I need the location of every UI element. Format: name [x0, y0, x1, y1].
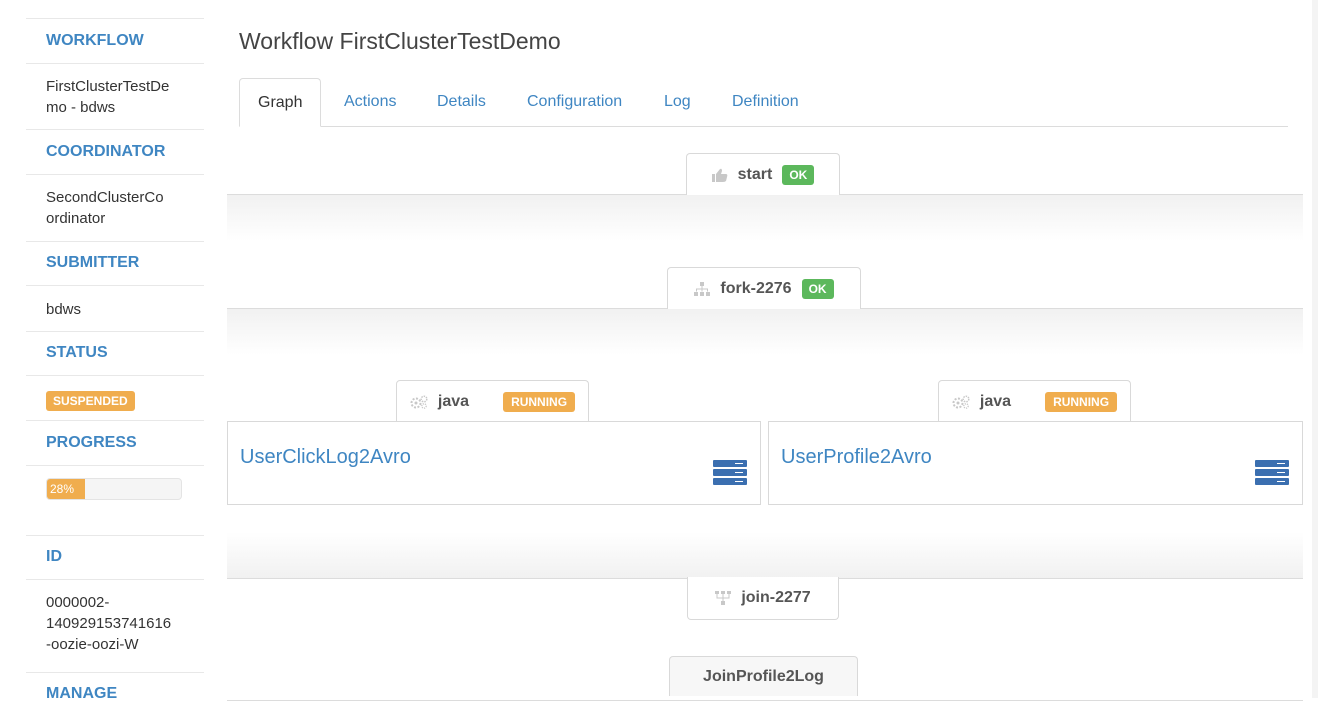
- action-type: java: [979, 392, 1012, 410]
- database-icon[interactable]: [1255, 460, 1289, 486]
- fork-node-name: fork-2276: [720, 279, 792, 297]
- id-value: 0000002- 140929153741616 -oozie-oozi-W: [26, 592, 204, 655]
- graph-band: [227, 308, 1303, 355]
- tab-actions[interactable]: Actions: [344, 78, 396, 126]
- coordinator-label: COORDINATOR: [46, 143, 166, 160]
- thumbs-up-icon: [711, 168, 728, 182]
- status-label: STATUS: [46, 344, 108, 361]
- tab-definition[interactable]: Definition: [732, 78, 799, 126]
- tab-details[interactable]: Details: [437, 78, 486, 126]
- action-node: UserProfile2Avro: [768, 421, 1303, 505]
- coordinator-value-line2: ordinator: [46, 210, 106, 227]
- workflow-value-line2: mo - bdws: [46, 99, 116, 116]
- graph-band: [227, 532, 1303, 579]
- sitemap-icon: [694, 281, 711, 296]
- join-node-name: join-2277: [741, 589, 811, 606]
- status-badge: RUNNING: [503, 391, 576, 412]
- divider: [26, 129, 204, 130]
- cogs-icon: [410, 394, 428, 409]
- divider: [26, 375, 204, 376]
- status-badge: RUNNING: [1045, 391, 1118, 412]
- next-node[interactable]: JoinProfile2Log: [669, 656, 858, 696]
- divider: [26, 18, 204, 19]
- status-badge: SUSPENDED: [46, 391, 135, 411]
- divider: [26, 672, 204, 673]
- id-value-line2: 140929153741616: [46, 615, 172, 632]
- tab-configuration[interactable]: Configuration: [527, 78, 622, 126]
- divider: [26, 420, 204, 421]
- status-badge: OK: [801, 278, 834, 299]
- start-node[interactable]: start OK: [686, 153, 840, 195]
- divider: [26, 535, 204, 536]
- divider: [26, 174, 204, 175]
- workflow-value-line1: FirstClusterTestDe: [46, 78, 170, 95]
- page-title: Workflow FirstClusterTestDemo: [239, 28, 561, 54]
- action-node-header[interactable]: java RUNNING: [396, 380, 589, 422]
- join-node[interactable]: join-2277: [687, 577, 839, 620]
- graph-band: [227, 194, 1303, 241]
- id-label: ID: [46, 548, 62, 565]
- status-value-row: SUSPENDED: [26, 390, 204, 411]
- database-icon[interactable]: [713, 460, 747, 486]
- divider: [26, 331, 204, 332]
- workflow-value[interactable]: FirstClusterTestDe mo - bdws: [26, 76, 204, 118]
- workflow-graph: start OK fork-2276 OK java RUNNING UserC…: [227, 140, 1303, 701]
- id-value-line1: 0000002-: [46, 594, 110, 611]
- join-icon: [715, 591, 732, 605]
- divider: [26, 63, 204, 64]
- action-name-link[interactable]: UserProfile2Avro: [781, 446, 932, 469]
- progress-label: PROGRESS: [46, 434, 137, 451]
- progress-bar: 28%: [46, 478, 182, 500]
- coordinator-value[interactable]: SecondClusterCo ordinator: [26, 187, 204, 229]
- scrollbar-track[interactable]: [1312, 0, 1318, 698]
- fork-node[interactable]: fork-2276 OK: [667, 267, 861, 309]
- status-badge: OK: [782, 164, 815, 185]
- cogs-icon: [952, 394, 970, 409]
- tab-bar: Graph Actions Details Configuration Log …: [239, 78, 1288, 127]
- workflow-label: WORKFLOW: [46, 32, 144, 49]
- divider: [26, 465, 204, 466]
- divider: [26, 285, 204, 286]
- next-node-name: JoinProfile2Log: [703, 667, 824, 685]
- progress-fill: 28%: [47, 479, 85, 499]
- tab-graph[interactable]: Graph: [239, 78, 322, 127]
- manage-label: MANAGE: [46, 685, 118, 702]
- divider: [26, 579, 204, 580]
- submitter-label: SUBMITTER: [46, 254, 140, 271]
- action-type: java: [437, 392, 470, 410]
- action-name-link[interactable]: UserClickLog2Avro: [240, 446, 411, 469]
- action-node: UserClickLog2Avro: [227, 421, 761, 505]
- start-node-name: start: [737, 165, 773, 183]
- id-value-line3: -oozie-oozi-W: [46, 636, 139, 653]
- submitter-value: bdws: [46, 301, 82, 318]
- action-node-header[interactable]: java RUNNING: [938, 380, 1131, 422]
- coordinator-value-line1: SecondClusterCo: [46, 189, 164, 206]
- divider: [26, 241, 204, 242]
- tab-log[interactable]: Log: [664, 78, 691, 126]
